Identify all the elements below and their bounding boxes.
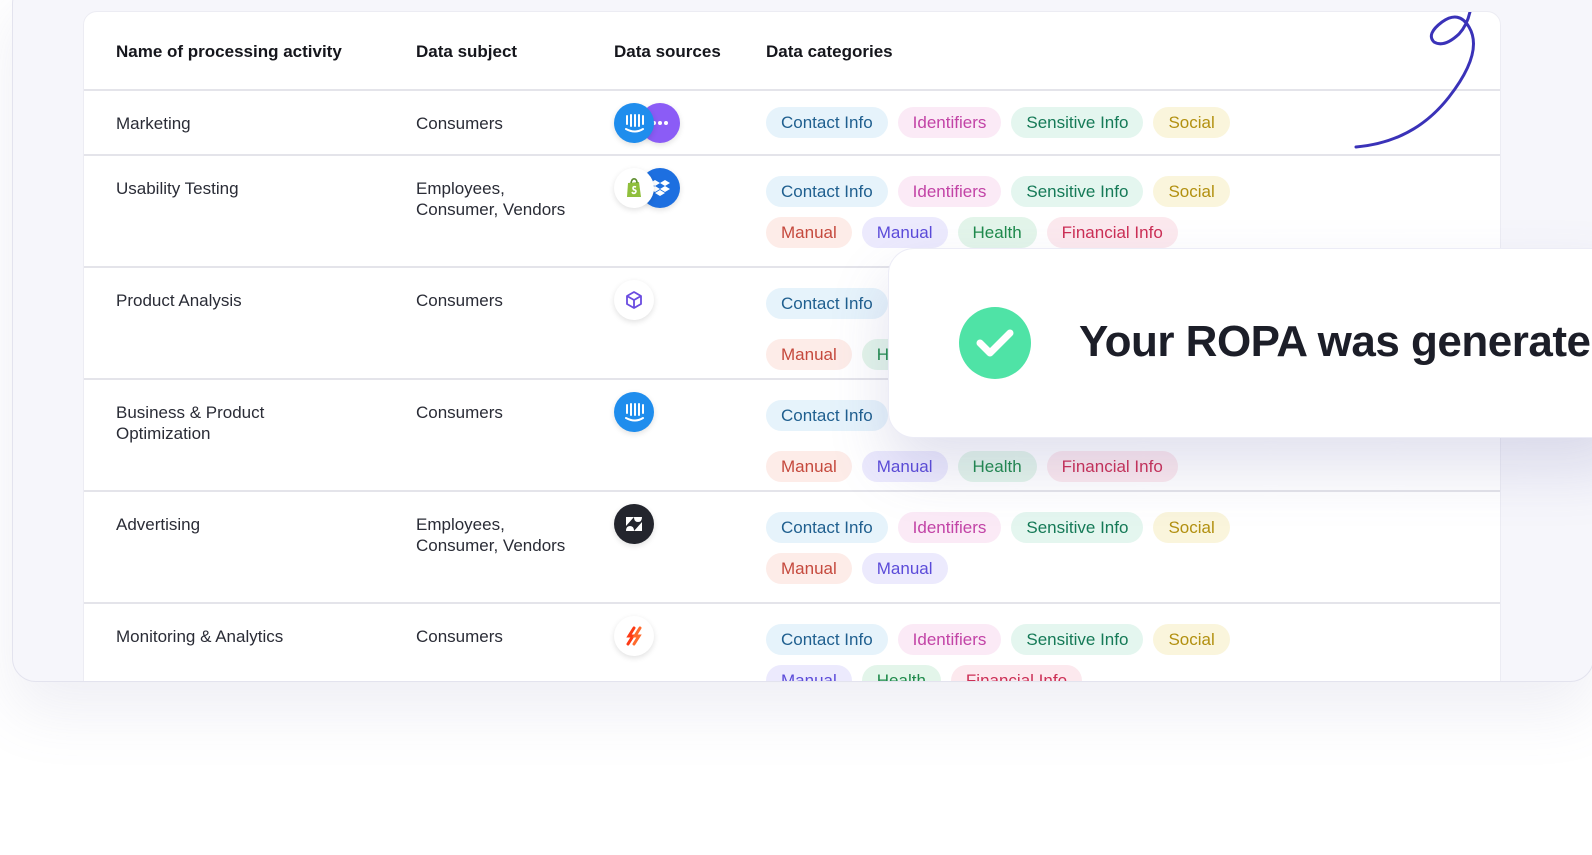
success-toast: Your ROPA was generated [888, 248, 1592, 438]
category-tag: Social [1153, 512, 1230, 543]
data-subject-line: Consumer, Vendors [416, 536, 566, 555]
category-tag: Manual [861, 451, 948, 482]
category-tag: Contact Info [766, 107, 888, 138]
header-categories: Data categories [766, 42, 893, 61]
swirl-decoration [1354, 12, 1475, 149]
category-tag: Health [957, 217, 1037, 248]
category-tag: Contact Info [766, 624, 888, 655]
category-tag: Contact Info [766, 512, 888, 543]
category-tag: Identifiers [897, 512, 1002, 543]
zendesk-icon [614, 504, 654, 544]
activity-name: Usability Testing [116, 179, 239, 198]
toast-message: Your ROPA was generated [1079, 317, 1592, 366]
category-tag: Sensitive Info [1011, 512, 1144, 543]
category-tag: Manual [766, 451, 852, 482]
shopify-icon [614, 168, 654, 208]
activity-name-line: Optimization [116, 424, 211, 443]
activity-name: Business & Product Optimization [116, 402, 264, 444]
category-tag: Sensitive Info [1011, 176, 1144, 207]
data-subject: Consumers [416, 114, 503, 133]
data-subject: Employees, Consumer, Vendors [416, 514, 565, 556]
data-categories: Contact Info Identifiers Sensitive Info … [766, 176, 1466, 248]
category-tag: Social [1153, 624, 1230, 655]
activity-name: Product Analysis [116, 291, 242, 310]
table-row[interactable]: Monitoring & Analytics Consumers Contact… [84, 604, 1500, 681]
data-categories: Contact Info Identifiers Sensitive Info … [766, 512, 1466, 584]
category-tag: Identifiers [897, 107, 1002, 138]
category-tag: Manual [861, 217, 948, 248]
category-tag: Contact Info [766, 288, 888, 319]
data-subject-line: Employees, [416, 179, 505, 198]
category-tag: Identifiers [897, 624, 1002, 655]
category-tag: Identifiers [897, 176, 1002, 207]
header-subject: Data subject [416, 42, 518, 61]
category-tag: Contact Info [766, 176, 888, 207]
category-tag: Manual [766, 217, 852, 248]
data-subject: Employees, Consumer, Vendors [416, 178, 565, 220]
hotjar-icon [614, 616, 654, 656]
checkmark-icon [959, 307, 1031, 379]
category-tag: Manual [766, 339, 852, 370]
header-name: Name of processing activity [116, 42, 342, 61]
data-subject: Consumers [416, 627, 503, 646]
table-row[interactable]: Marketing Consumers Contact Info Identif… [84, 91, 1500, 156]
activity-name: Marketing [116, 114, 191, 133]
category-tag: Sensitive Info [1011, 107, 1144, 138]
table-header: Name of processing activity Data subject… [84, 12, 1500, 91]
category-tag: Contact Info [766, 400, 888, 431]
data-subject-line: Consumer, Vendors [416, 200, 566, 219]
category-tag: Social [1153, 176, 1230, 207]
intercom-icon [614, 392, 654, 432]
category-tag: Social [1153, 107, 1230, 138]
data-subject-line: Employees, [416, 515, 505, 534]
category-tag: Health [957, 451, 1037, 482]
data-subject: Consumers [416, 291, 503, 310]
category-tag: Manual [766, 553, 852, 584]
category-tag: Financial Info [950, 665, 1083, 681]
category-tag: Manual [766, 665, 852, 681]
activity-name: Monitoring & Analytics [116, 627, 284, 646]
category-tag: Health [861, 665, 941, 681]
category-tag: Manual [861, 553, 948, 584]
data-categories: Contact Info Identifiers Sensitive Info … [766, 624, 1466, 681]
activity-name: Advertising [116, 515, 201, 534]
category-tag: Financial Info [1046, 217, 1178, 248]
data-subject: Consumers [416, 403, 503, 422]
category-tag: Financial Info [1046, 451, 1178, 482]
intercom-icon [614, 103, 654, 143]
cube-icon [614, 280, 654, 320]
header-sources: Data sources [614, 42, 721, 61]
activity-name-line: Business & Product [116, 403, 265, 422]
category-tag: Sensitive Info [1011, 624, 1144, 655]
table-row[interactable]: Advertising Employees, Consumer, Vendors… [84, 492, 1500, 604]
